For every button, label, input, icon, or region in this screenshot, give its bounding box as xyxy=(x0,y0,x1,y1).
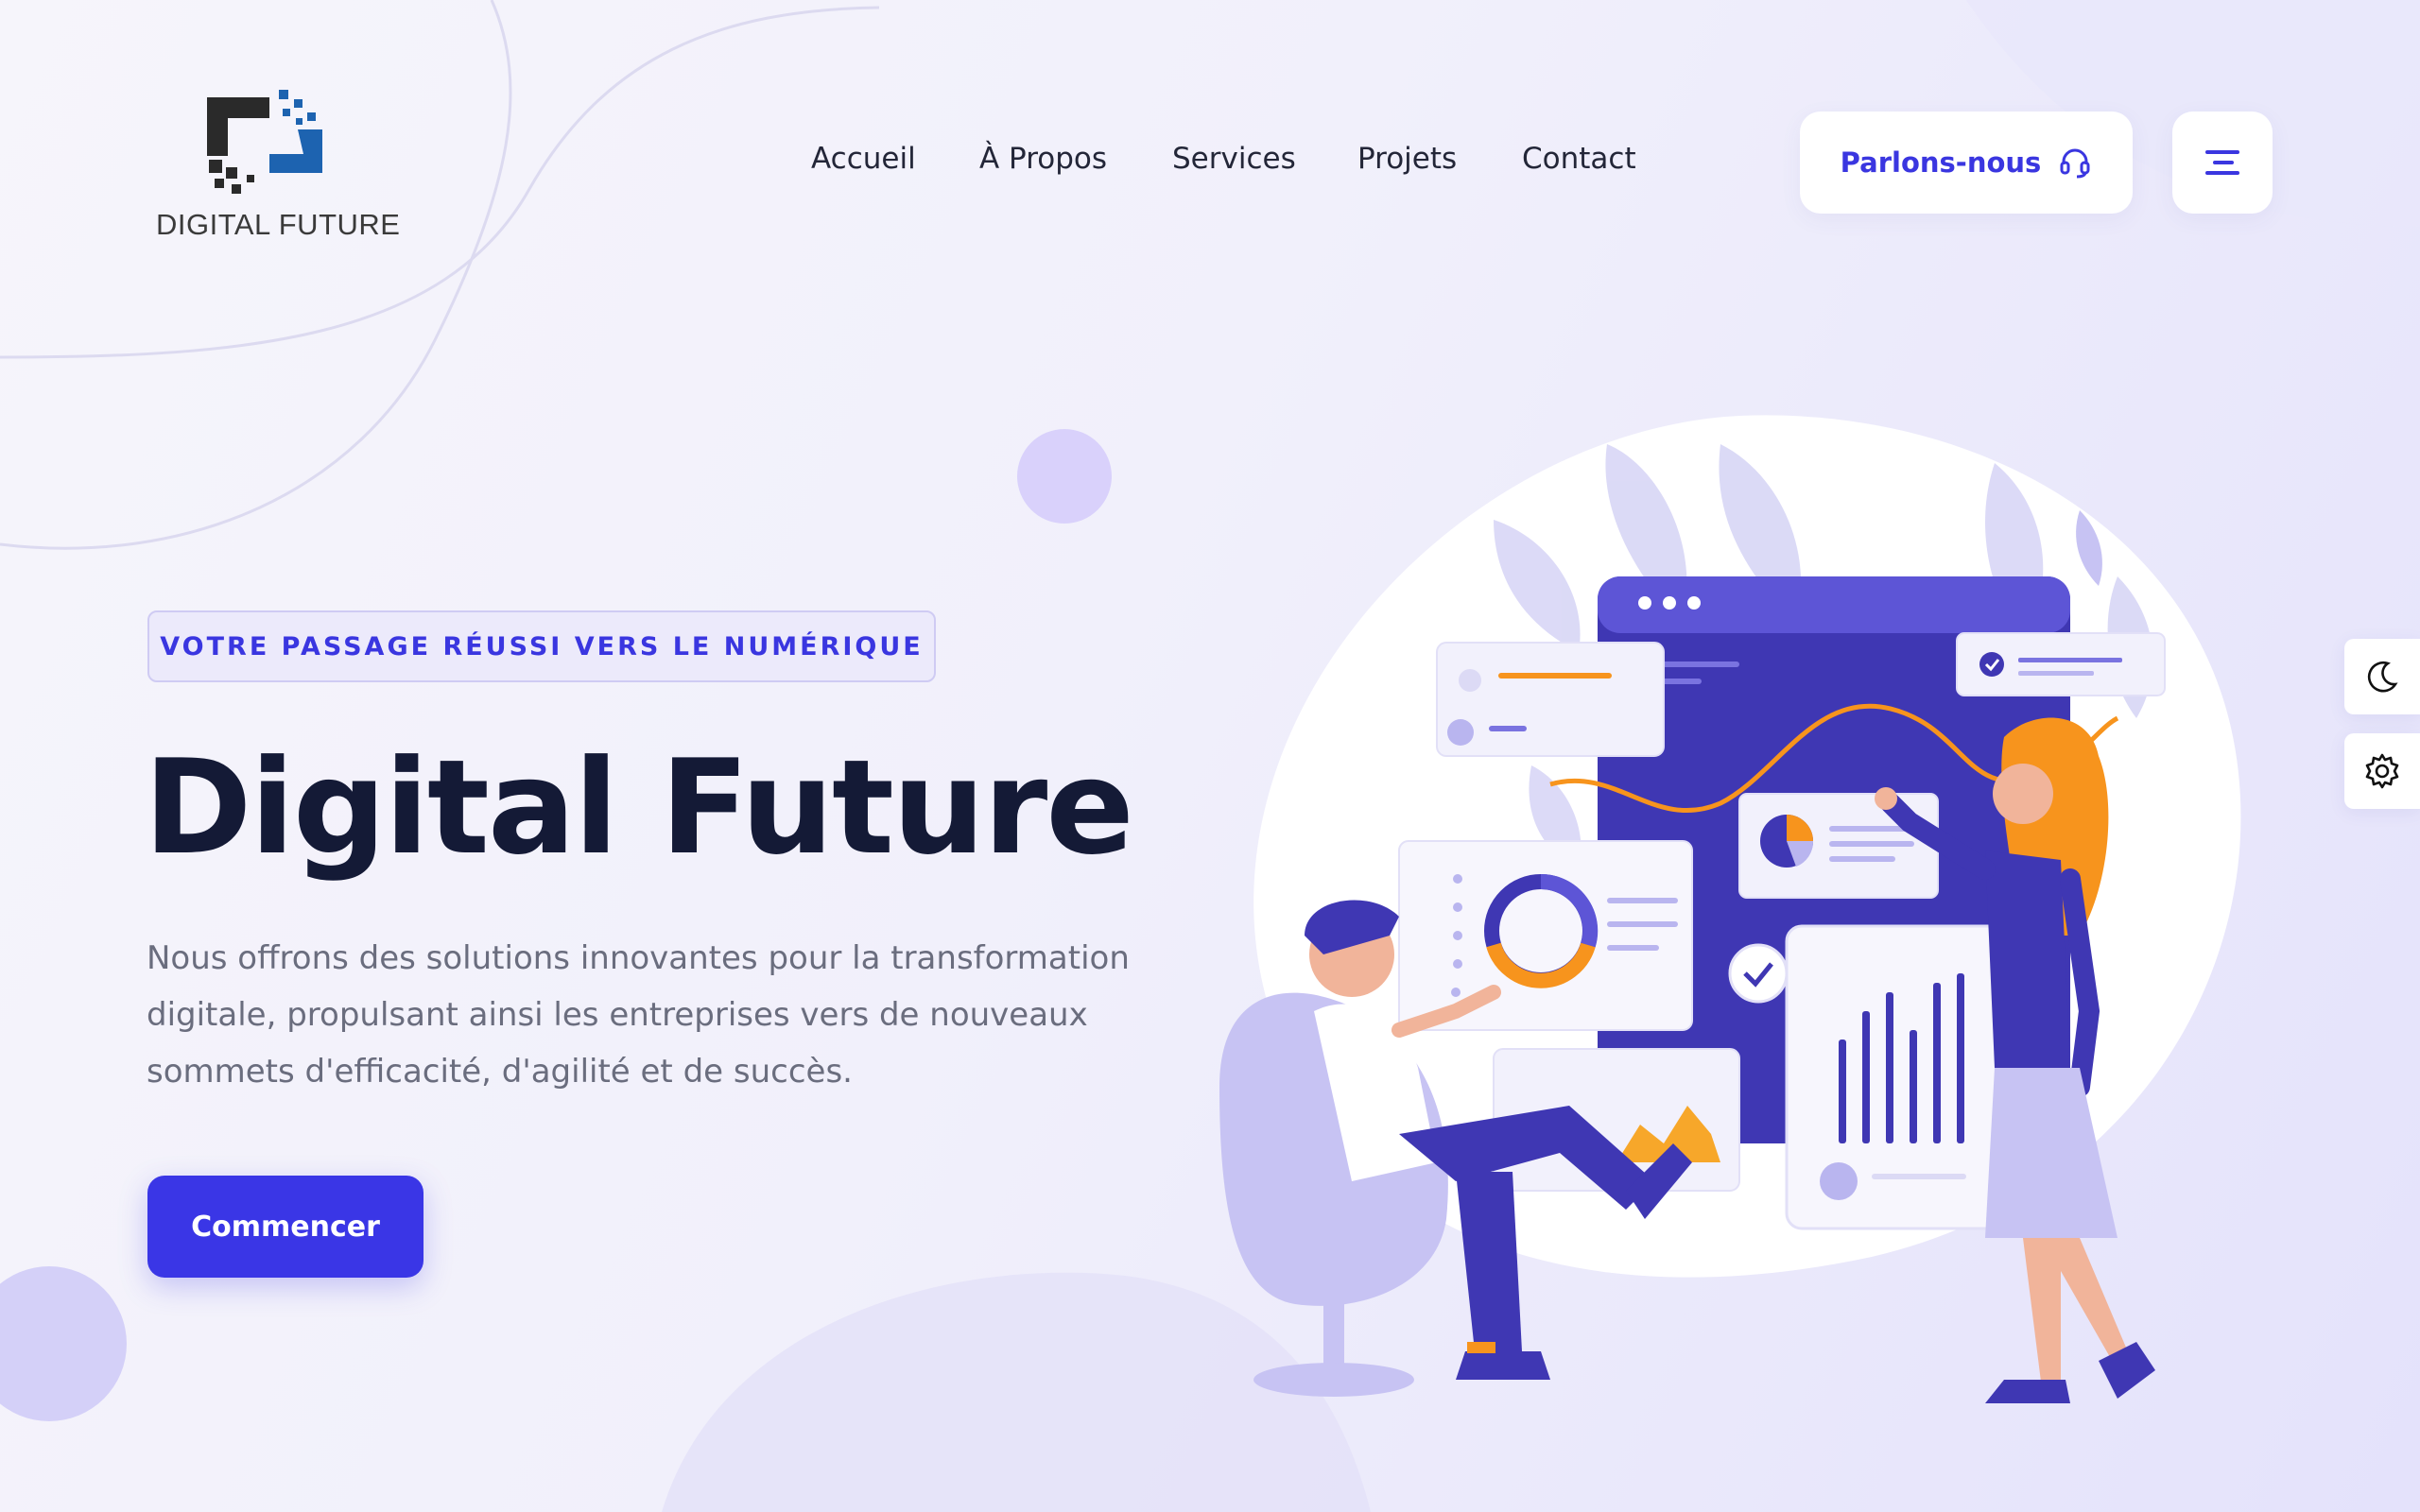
hero-illustration xyxy=(1219,415,2241,1403)
settings-toggle[interactable] xyxy=(2344,733,2420,809)
commencer-button[interactable]: Commencer xyxy=(147,1176,424,1278)
hero-title: Digital Future xyxy=(144,731,1134,884)
headset-icon xyxy=(2060,148,2090,179)
hamburger-menu-button[interactable] xyxy=(2172,112,2273,214)
parlons-nous-button[interactable]: Parlons-nous xyxy=(1800,112,2133,214)
nav-item-contact[interactable]: Contact xyxy=(1522,142,1636,176)
logo-text: DIGITAL FUTURE xyxy=(156,208,401,241)
nav-item-services[interactable]: Services xyxy=(1172,142,1296,176)
brand-logo[interactable]: DIGITAL FUTURE xyxy=(156,80,401,246)
hero-description: Nous offrons des solutions innovantes po… xyxy=(147,939,1130,1091)
moon-icon xyxy=(2367,661,2398,693)
gear-icon xyxy=(2365,753,2399,789)
logo-mark-icon xyxy=(207,90,322,194)
nav-item-projets[interactable]: Projets xyxy=(1357,142,1457,176)
nav-item-a-propos[interactable]: À Propos xyxy=(979,142,1107,176)
hamburger-menu-icon xyxy=(2205,150,2239,175)
parlons-nous-label: Parlons-nous xyxy=(1840,146,2042,179)
dark-mode-toggle[interactable] xyxy=(2344,639,2420,714)
hero-tagline: VOTRE PASSAGE RÉUSSI VERS LE NUMÉRIQUE xyxy=(147,610,936,682)
nav-item-accueil[interactable]: Accueil xyxy=(811,142,916,176)
